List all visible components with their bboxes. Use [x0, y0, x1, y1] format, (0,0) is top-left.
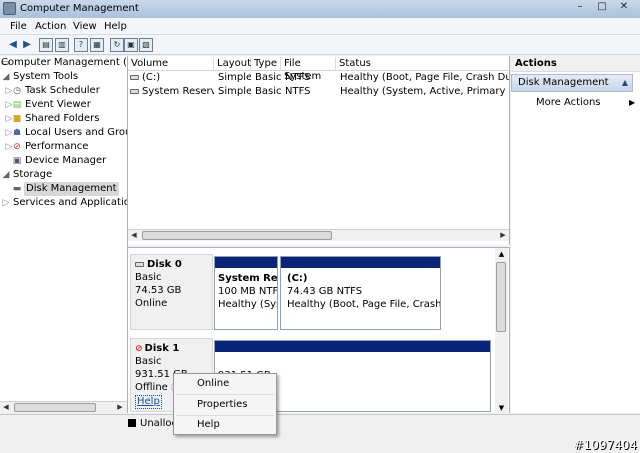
up-folder-icon[interactable]: ▤	[39, 38, 53, 52]
expand-arrow-icon[interactable]: ◢	[1, 170, 11, 180]
submenu-arrow-icon[interactable]: ▶	[629, 96, 635, 110]
device-manager-icon: ▣	[12, 156, 22, 166]
event-viewer-icon: ▤	[12, 100, 22, 110]
forward-arrow-icon[interactable]: ▶	[20, 38, 34, 52]
performance-icon: ⊘	[13, 142, 21, 152]
disk-1-type: Basic	[135, 356, 162, 367]
scroll-left-icon[interactable]: ◀	[0, 402, 12, 413]
actions-section-disk-management[interactable]: Disk Management ▲	[511, 74, 633, 92]
tree-item-system-tools[interactable]: ◢ System Tools	[0, 70, 127, 84]
volume-list: Volume Layout Type File System Status (C…	[128, 56, 510, 245]
show-hide-tree-icon[interactable]: ▥	[55, 38, 69, 52]
partition-c-drive[interactable]: (C:) 74.43 GB NTFS Healthy (Boot, Page F…	[280, 256, 441, 330]
collapse-caret-icon[interactable]: ▲	[622, 75, 628, 91]
context-menu: Online Properties Help	[173, 373, 277, 435]
partition-bar	[281, 257, 440, 268]
tree-item-local-users-and-groups[interactable]: ▷ ☗ Local Users and Groups	[0, 126, 127, 140]
tree-item-event-viewer[interactable]: ▷ ▤ Event Viewer	[0, 98, 127, 112]
clock-icon: ◷	[13, 86, 21, 96]
table-row[interactable]: (C:) Simple Basic NTFS Healthy (Boot, Pa…	[128, 71, 509, 85]
menu-separator	[176, 394, 274, 395]
disk-offline-icon: ⊘	[135, 344, 143, 354]
disk-1-help-link[interactable]: Help	[135, 395, 162, 409]
scroll-down-icon[interactable]: ▼	[495, 402, 508, 413]
status-bar	[0, 414, 640, 431]
menu-view[interactable]: View	[73, 21, 97, 32]
scroll-thumb[interactable]	[142, 231, 332, 240]
menu-file[interactable]: File	[10, 21, 27, 32]
back-arrow-icon[interactable]: ◀	[6, 38, 20, 52]
tree-item-storage[interactable]: ◢ Storage	[0, 168, 127, 182]
view-icon[interactable]: ▧	[139, 38, 153, 52]
scroll-up-icon[interactable]: ▲	[495, 248, 508, 260]
menu-separator	[176, 415, 274, 416]
scroll-thumb[interactable]	[496, 262, 506, 332]
properties-icon[interactable]: ▦	[90, 38, 104, 52]
tree-horizontal-scrollbar[interactable]: ◀ ▶	[0, 401, 127, 413]
table-row[interactable]: System Reserved Simple Basic NTFS Health…	[128, 85, 509, 99]
context-menu-help[interactable]: Help	[197, 418, 220, 432]
disk-1-state: Offline	[135, 382, 168, 393]
legend-unallocated: Unalloc	[128, 418, 177, 430]
column-file-system[interactable]: File System	[281, 57, 336, 82]
title-bar[interactable]: Computer Management – □ ✕	[0, 0, 640, 18]
partition-bar	[215, 341, 490, 352]
close-button[interactable]: ✕	[614, 0, 634, 14]
tree-item-services-and-applications[interactable]: ▷ Services and Applications	[0, 196, 127, 210]
tree-item-performance[interactable]: ▷ ⊘ Performance	[0, 140, 127, 154]
volume-icon	[130, 88, 139, 94]
tree-item-task-scheduler[interactable]: ▷ ◷ Task Scheduler	[0, 84, 127, 98]
disk-1-name: Disk 1	[144, 343, 180, 354]
context-menu-properties[interactable]: Properties	[197, 398, 248, 412]
menu-action[interactable]: Action	[35, 21, 66, 32]
tree-item-shared-folders[interactable]: ▷ ■ Shared Folders	[0, 112, 127, 126]
disk-0-type: Basic	[135, 272, 162, 283]
scroll-thumb[interactable]	[14, 403, 96, 412]
tree-item-device-manager[interactable]: ▣ Device Manager	[0, 154, 127, 168]
maximize-button[interactable]: □	[592, 0, 612, 14]
volume-list-horizontal-scrollbar[interactable]: ◀ ▶	[128, 229, 509, 241]
collapse-arrow-icon[interactable]: ▷	[1, 198, 11, 208]
partition-bar	[215, 257, 277, 268]
minimize-button[interactable]: –	[570, 0, 590, 14]
column-volume[interactable]: Volume	[128, 57, 214, 71]
disk-icon: ▬	[12, 184, 22, 194]
actions-pane: Actions Disk Management ▲ More Actions ▶	[511, 56, 640, 413]
actions-header: Actions	[511, 56, 640, 72]
more-actions-link[interactable]: More Actions	[536, 96, 601, 110]
computer-management-window: Computer Management – □ ✕ File Action Vi…	[0, 0, 640, 453]
tree-item-computer-management[interactable]: ▭ Computer Management (Loca	[0, 56, 127, 70]
users-icon: ☗	[12, 128, 22, 138]
toolbar: ◀ ▶ ▤ ▥ ? ▦ ↻ ▣ ▧	[0, 35, 640, 55]
watermark: #1097404	[573, 438, 638, 452]
context-menu-online[interactable]: Online	[197, 377, 229, 391]
disk-0-info[interactable]: Disk 0 Basic 74.53 GB Online	[130, 254, 213, 330]
window-title: Computer Management	[20, 3, 139, 14]
settings-icon[interactable]: ▣	[124, 38, 138, 52]
disk-view-vertical-scrollbar[interactable]: ▲ ▼	[495, 248, 508, 413]
volume-list-header: Volume Layout Type File System Status	[128, 56, 509, 82]
scroll-right-icon[interactable]: ▶	[497, 230, 509, 241]
column-type[interactable]: Type	[251, 57, 281, 71]
menu-bar: File Action View Help	[0, 18, 640, 35]
scroll-left-icon[interactable]: ◀	[128, 230, 140, 241]
console-tree: ▭ Computer Management (Loca ◢ System Too…	[0, 56, 128, 413]
volume-icon	[130, 74, 139, 80]
app-icon	[3, 2, 16, 15]
expand-arrow-icon[interactable]: ◢	[1, 72, 11, 82]
scroll-right-icon[interactable]: ▶	[114, 402, 126, 413]
disk-icon	[135, 261, 144, 267]
column-status[interactable]: Status	[336, 57, 509, 71]
folder-icon: ■	[12, 114, 22, 124]
help-icon[interactable]: ?	[74, 38, 88, 52]
partition-system-reserved[interactable]: System Rese 100 MB NTFS Healthy (Syst	[214, 256, 278, 330]
tree-item-disk-management[interactable]: ▬ Disk Management	[0, 182, 127, 196]
disk-0-state: Online	[135, 298, 168, 309]
menu-help[interactable]: Help	[104, 21, 127, 32]
disk-0-name: Disk 0	[147, 259, 182, 270]
disk-0-size: 74.53 GB	[135, 285, 182, 296]
export-icon[interactable]: ↻	[110, 38, 124, 52]
legend-swatch	[128, 419, 136, 427]
column-layout[interactable]: Layout	[214, 57, 251, 71]
